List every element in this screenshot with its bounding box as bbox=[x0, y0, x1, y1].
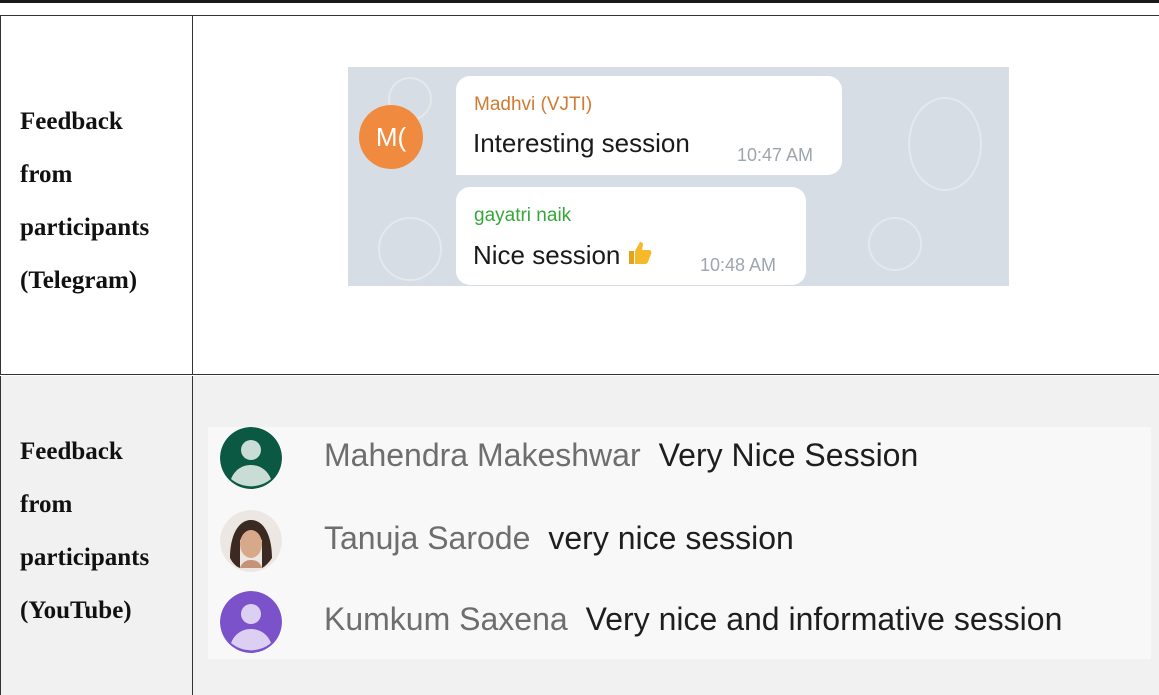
message-time: 10:47 AM bbox=[737, 145, 814, 165]
comment-line: Tanuja Sarode very nice session bbox=[324, 520, 794, 557]
background-doodle bbox=[868, 217, 922, 271]
message-bubble: gayatri naik Nice session 10:48 AM bbox=[456, 187, 806, 285]
avatar[interactable] bbox=[220, 591, 282, 653]
avatar[interactable] bbox=[220, 427, 282, 489]
row-label: Feedback from participants (YouTube) bbox=[20, 438, 150, 624]
comment-text: Very nice and informative session bbox=[585, 601, 1063, 637]
background-doodle bbox=[908, 97, 982, 191]
comment-line: Kumkum Saxena Very nice and informative s… bbox=[324, 601, 1062, 638]
message-time: 10:48 AM bbox=[700, 255, 777, 275]
message-sender: Madhvi (VJTI) bbox=[474, 94, 593, 115]
thumbs-up-icon bbox=[626, 239, 654, 274]
comment-line: Mahendra Makeshwar Very Nice Session bbox=[324, 437, 918, 474]
message-text: Nice session bbox=[473, 240, 621, 270]
default-avatar-icon bbox=[220, 427, 282, 489]
feedback-table: Feedback from participants (Telegram) M(… bbox=[0, 0, 1159, 695]
message-text-wrap: Nice session bbox=[473, 239, 654, 274]
telegram-feedback-row: Feedback from participants (Telegram) M(… bbox=[0, 15, 1159, 375]
comment-item: Kumkum Saxena Very nice and informative s… bbox=[208, 591, 1151, 661]
avatar[interactable] bbox=[220, 510, 282, 572]
message-text: Interesting session bbox=[473, 128, 690, 158]
comment-author[interactable]: Kumkum Saxena bbox=[324, 601, 568, 637]
background-doodle bbox=[378, 217, 442, 281]
default-avatar-icon bbox=[220, 591, 282, 653]
comment-item: Mahendra Makeshwar Very Nice Session bbox=[208, 427, 1151, 497]
youtube-feedback-row: Feedback from participants (YouTube) Mah… bbox=[0, 376, 1159, 695]
row-label-cell: Feedback from participants (YouTube) bbox=[0, 376, 193, 695]
row-label: Feedback from participants (Telegram) bbox=[20, 108, 150, 294]
profile-photo-icon bbox=[220, 510, 282, 572]
comment-author[interactable]: Mahendra Makeshwar bbox=[324, 437, 641, 473]
comment-text: Very Nice Session bbox=[658, 437, 919, 473]
message-sender: gayatri naik bbox=[474, 205, 572, 226]
avatar: M( bbox=[359, 105, 423, 169]
youtube-comments: Mahendra Makeshwar Very Nice Session Tanu… bbox=[208, 427, 1151, 659]
row-label-cell: Feedback from participants (Telegram) bbox=[0, 16, 193, 374]
comment-item: Tanuja Sarode very nice session bbox=[208, 510, 1151, 580]
telegram-screenshot: M( Madhvi (VJTI) Interesting session 10:… bbox=[348, 67, 1009, 286]
comment-text: very nice session bbox=[548, 520, 794, 556]
comment-author[interactable]: Tanuja Sarode bbox=[324, 520, 530, 556]
message-bubble: Madhvi (VJTI) Interesting session 10:47 … bbox=[456, 76, 842, 175]
